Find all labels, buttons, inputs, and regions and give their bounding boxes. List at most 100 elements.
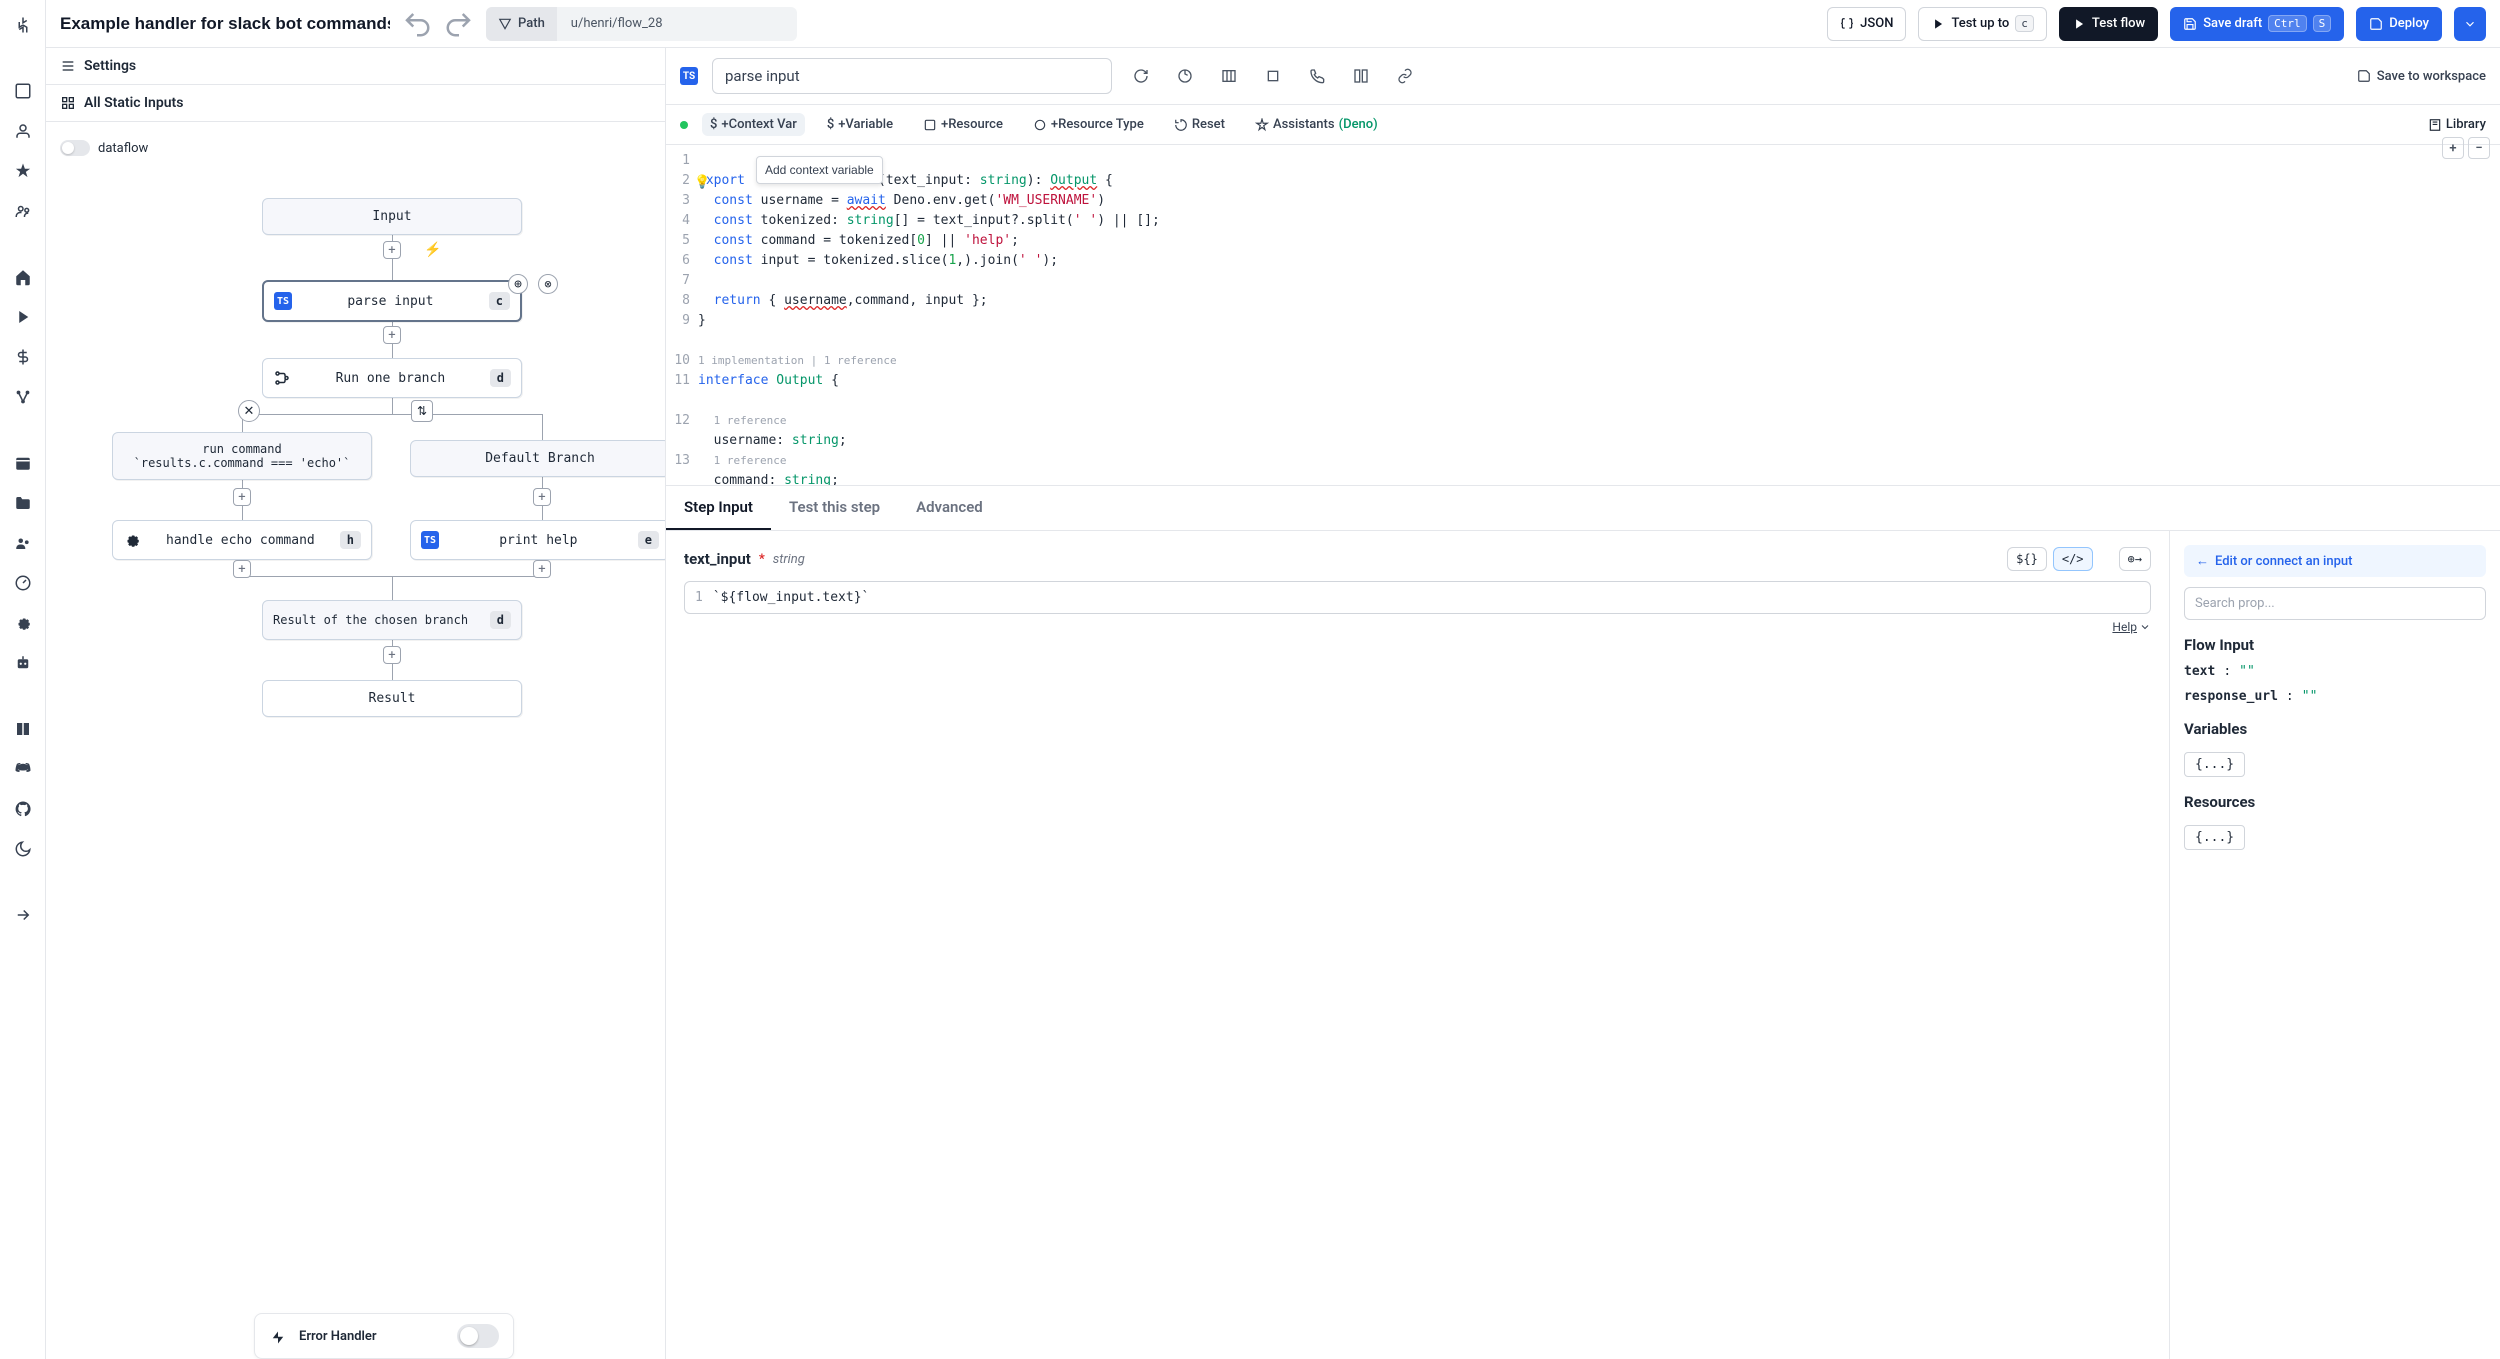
resource-type-button[interactable]: +Resource Type xyxy=(1025,113,1152,136)
link-icon[interactable] xyxy=(1390,61,1420,91)
left-nav-rail xyxy=(0,0,46,1359)
param-type: string xyxy=(773,552,805,567)
node-result[interactable]: Result xyxy=(262,680,522,717)
book-icon[interactable] xyxy=(6,712,40,746)
node-run-one-branch[interactable]: Run one branch d xyxy=(262,358,522,398)
flow-title-input[interactable] xyxy=(60,14,390,34)
tab-advanced[interactable]: Advanced xyxy=(898,486,1001,530)
deploy-dropdown[interactable] xyxy=(2454,7,2486,41)
columns-icon[interactable] xyxy=(1214,61,1244,91)
error-handler-row: Error Handler xyxy=(254,1313,514,1359)
node-default-branch[interactable]: Default Branch xyxy=(410,440,666,477)
code-pill[interactable]: </> xyxy=(2053,547,2093,571)
layout-icon[interactable] xyxy=(1346,61,1376,91)
node-result-branch[interactable]: Result of the chosen branch d xyxy=(262,600,522,640)
stop-icon[interactable] xyxy=(1258,61,1288,91)
add-after-default[interactable]: + xyxy=(533,488,551,506)
save-to-workspace-button[interactable]: Save to workspace xyxy=(2357,69,2486,84)
discord-icon[interactable] xyxy=(6,752,40,786)
nodes-icon[interactable] xyxy=(6,380,40,414)
variables-expand[interactable]: {...} xyxy=(2184,752,2245,777)
remove-branch-button[interactable]: ✕ xyxy=(238,400,260,422)
star-icon[interactable] xyxy=(6,154,40,188)
search-prop-input[interactable]: Search prop... xyxy=(2184,587,2486,620)
node-parse-input[interactable]: TS parse input c ⊕ ⊗ xyxy=(262,280,522,322)
add-after-input[interactable]: + xyxy=(383,241,401,259)
json-button[interactable]: JSON xyxy=(1827,7,1906,41)
cache-icon[interactable] xyxy=(1170,61,1200,91)
library-button[interactable]: Library xyxy=(2428,117,2486,132)
save-draft-button[interactable]: Save draftCtrlS xyxy=(2170,7,2344,41)
play-icon[interactable] xyxy=(6,300,40,334)
required-star: * xyxy=(759,552,765,567)
step-input-panel: text_input* string ${} </> ⊕→ 1 `${fl xyxy=(666,531,2170,1359)
variable-button[interactable]: $ +Variable xyxy=(819,113,901,136)
resource-button[interactable]: +Resource xyxy=(915,113,1011,136)
status-dot xyxy=(680,121,688,129)
node-print-help[interactable]: TS print help e xyxy=(410,520,666,560)
bottom-tabs: Step Input Test this step Advanced xyxy=(666,485,2500,531)
node-run-command[interactable]: run command `results.c.command === 'echo… xyxy=(112,432,372,480)
speed-icon[interactable] xyxy=(6,566,40,600)
expression-editor[interactable]: 1 `${flow_input.text}` xyxy=(684,581,2151,614)
swap-branch-button[interactable]: ⇅ xyxy=(411,400,433,422)
users-icon[interactable] xyxy=(6,194,40,228)
group-icon[interactable] xyxy=(6,526,40,560)
add-after-resultbranch[interactable]: + xyxy=(383,646,401,664)
dollar-pill[interactable]: ${} xyxy=(2007,547,2047,571)
redo-button[interactable] xyxy=(444,9,474,39)
error-handler-label: Error Handler xyxy=(299,1329,377,1344)
github-icon[interactable] xyxy=(6,792,40,826)
dataflow-label: dataflow xyxy=(98,141,148,156)
resources-expand[interactable]: {...} xyxy=(2184,825,2245,850)
test-flow-button[interactable]: Test flow xyxy=(2059,7,2158,41)
add-after-handle[interactable]: + xyxy=(233,560,251,578)
deploy-button[interactable]: Deploy xyxy=(2356,7,2442,41)
dataflow-toggle[interactable] xyxy=(60,140,90,156)
add-circle-icon[interactable]: ⊕ xyxy=(508,274,528,294)
param-name: text_input xyxy=(684,550,751,568)
reset-button[interactable]: Reset xyxy=(1166,113,1233,136)
step-name-input[interactable]: parse input xyxy=(712,58,1112,94)
bolt-icon: ⚡ xyxy=(424,242,441,258)
undo-button[interactable] xyxy=(402,9,432,39)
context-var-button[interactable]: $ +Context Var xyxy=(702,113,805,136)
connect-input-button[interactable]: ← Edit or connect an input xyxy=(2184,545,2486,577)
test-upto-button[interactable]: Test up toc xyxy=(1918,7,2046,41)
lightbulb-icon[interactable]: 💡 xyxy=(694,173,710,193)
flow-graph-panel: Settings All Static Inputs dataflow +− xyxy=(46,48,666,1359)
add-after-parse[interactable]: + xyxy=(383,326,401,344)
flow-input-text-row[interactable]: text : "" xyxy=(2184,664,2486,679)
robot-icon[interactable] xyxy=(6,646,40,680)
path-display[interactable]: Path u/henri/flow_28 xyxy=(486,7,797,41)
expand-icon[interactable] xyxy=(6,898,40,932)
close-circle-icon[interactable]: ⊗ xyxy=(538,274,558,294)
node-handle-echo[interactable]: handle echo command h xyxy=(112,520,372,560)
logo-icon[interactable] xyxy=(6,8,40,42)
moon-icon[interactable] xyxy=(6,832,40,866)
folder-icon[interactable] xyxy=(6,486,40,520)
gear-icon[interactable] xyxy=(6,606,40,640)
user-icon[interactable] xyxy=(6,114,40,148)
dollar-icon[interactable] xyxy=(6,340,40,374)
tab-test-step[interactable]: Test this step xyxy=(771,486,898,530)
add-after-print[interactable]: + xyxy=(533,560,551,578)
phone-icon[interactable] xyxy=(1302,61,1332,91)
calendar-icon[interactable] xyxy=(6,446,40,480)
plug-pill[interactable]: ⊕→ xyxy=(2119,547,2151,571)
workspace-icon[interactable] xyxy=(6,74,40,108)
static-inputs-row[interactable]: All Static Inputs xyxy=(46,85,665,122)
tab-step-input[interactable]: Step Input xyxy=(666,486,771,530)
help-link[interactable]: Help xyxy=(2112,620,2151,634)
flow-input-url-row[interactable]: response_url : "" xyxy=(2184,689,2486,704)
node-input[interactable]: Input xyxy=(262,198,522,235)
add-after-runcmd[interactable]: + xyxy=(233,488,251,506)
assistants-button[interactable]: Assistants (Deno) xyxy=(1247,113,1386,136)
expression-value: `${flow_input.text}` xyxy=(713,590,870,605)
settings-row[interactable]: Settings xyxy=(46,48,665,85)
error-handler-toggle[interactable] xyxy=(457,1324,499,1348)
refresh-icon[interactable] xyxy=(1126,61,1156,91)
path-value: u/henri/flow_28 xyxy=(557,16,797,31)
home-icon[interactable] xyxy=(6,260,40,294)
code-editor[interactable]: 123456789101112131415 💡Add context varia… xyxy=(666,145,2500,485)
